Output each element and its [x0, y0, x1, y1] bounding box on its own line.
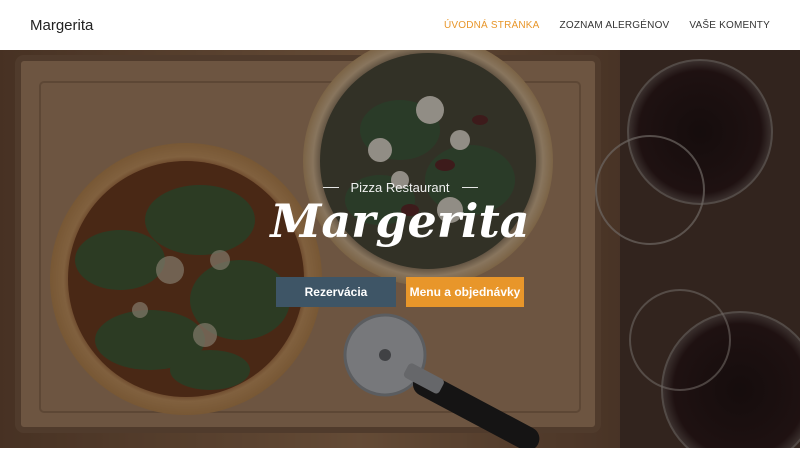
menu-orders-button[interactable]: Menu a objednávky — [406, 277, 524, 307]
hero-content: Pizza Restaurant Margerita Rezervácia Me… — [0, 50, 800, 448]
subtitle-left-rule — [322, 187, 339, 188]
hero-section: Pizza Restaurant Margerita Rezervácia Me… — [0, 50, 800, 448]
hero-title: Margerita — [270, 194, 530, 248]
main-nav: ÚVODNÁ STRÁNKA ZOZNAM ALERGÉNOV VAŠE KOM… — [444, 20, 770, 31]
brand-logo[interactable]: Margerita — [30, 17, 93, 34]
hero-subtitle-row: Pizza Restaurant — [0, 180, 800, 195]
navbar: Margerita ÚVODNÁ STRÁNKA ZOZNAM ALERGÉNO… — [0, 0, 800, 50]
nav-link-comments[interactable]: VAŠE KOMENTY — [689, 20, 770, 31]
nav-link-home[interactable]: ÚVODNÁ STRÁNKA — [444, 20, 540, 31]
hero-buttons: Rezervácia Menu a objednávky — [0, 277, 800, 307]
reservation-button[interactable]: Rezervácia — [276, 277, 396, 307]
hero-subtitle: Pizza Restaurant — [350, 180, 450, 195]
nav-link-allergens[interactable]: ZOZNAM ALERGÉNOV — [560, 20, 670, 31]
subtitle-right-rule — [461, 187, 478, 188]
